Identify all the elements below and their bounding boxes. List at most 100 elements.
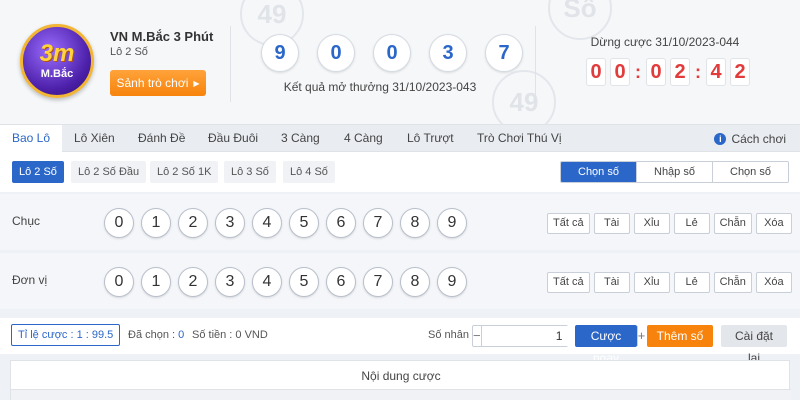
- logo-subtext: M.Bắc: [40, 68, 74, 80]
- digit-ball[interactable]: 0: [104, 267, 134, 297]
- clear-button[interactable]: Xóa: [755, 272, 792, 293]
- game-header: 49 49 Số 3m M.Bắc VN M.Bắc 3 Phút Lô 2 S…: [0, 0, 800, 124]
- result-ball: 9: [261, 34, 299, 72]
- digit-ball[interactable]: 5: [289, 267, 319, 297]
- subtab-lo-4-so[interactable]: Lô 4 Số: [283, 161, 335, 183]
- result-ball: 3: [429, 34, 467, 72]
- digit-ball[interactable]: 1: [141, 208, 171, 238]
- subtab-lo-2-so-dau[interactable]: Lô 2 Số Đầu: [71, 161, 147, 183]
- digit-ball[interactable]: 5: [289, 208, 319, 238]
- row-label: Chục: [12, 214, 41, 228]
- digit-ball[interactable]: 4: [252, 267, 282, 297]
- input-mode-group: Chọn số Nhập số Chọn số nhanh: [560, 161, 789, 183]
- select-small-button[interactable]: Xỉu: [633, 272, 670, 293]
- select-all-button[interactable]: Tất cả: [547, 272, 590, 293]
- select-small-button[interactable]: Xỉu: [633, 213, 670, 234]
- result-ball: 0: [317, 34, 355, 72]
- digit-ball[interactable]: 6: [326, 208, 356, 238]
- mode-nhap-so[interactable]: Nhập số: [636, 162, 712, 182]
- watermark-ball: Số: [548, 0, 612, 40]
- countdown-digit: 0: [586, 58, 606, 86]
- result-label: Kết quả mở thưởng 31/10/2023-043: [283, 80, 477, 94]
- countdown-digit: 0: [610, 58, 630, 86]
- countdown-digit: 2: [730, 58, 750, 86]
- subtab-lo-2-so[interactable]: Lô 2 Số: [12, 161, 64, 183]
- game-title: VN M.Bắc 3 Phút: [110, 29, 214, 44]
- game-hall-button[interactable]: Sảnh trò chơi ▶: [110, 70, 206, 96]
- digit-ball[interactable]: 1: [141, 267, 171, 297]
- tab-3-cang[interactable]: 3 Càng: [269, 125, 332, 152]
- digit-ball[interactable]: 0: [104, 208, 134, 238]
- mode-chon-so[interactable]: Chọn số: [561, 162, 636, 182]
- tab-tro-choi-thu-vi[interactable]: Trò Chơi Thú Vị: [465, 125, 574, 152]
- bet-bar: Tỉ lệ cược : 1 : 99.5 Đã chọn : 0 Số tiề…: [0, 318, 800, 365]
- digit-ball[interactable]: 2: [178, 208, 208, 238]
- bet-amount-label: Số tiền :: [192, 329, 233, 341]
- game-logo: 3m M.Bắc: [20, 24, 94, 98]
- digit-ball[interactable]: 7: [363, 208, 393, 238]
- selected-count: Đã chọn : 0: [128, 329, 184, 341]
- tab-bao-lo[interactable]: Bao Lô: [0, 125, 63, 152]
- digit-ball[interactable]: 9: [437, 208, 467, 238]
- tab-lo-truot[interactable]: Lô Trượt: [395, 125, 466, 152]
- reset-button[interactable]: Cài đặt lại: [721, 325, 787, 365]
- watermark-ball: 49: [492, 70, 556, 124]
- countdown-digit: 4: [706, 58, 726, 86]
- subtab-lo-2-so-1k[interactable]: Lô 2 Số 1K: [150, 161, 219, 183]
- add-number-button[interactable]: Thêm số: [647, 325, 713, 347]
- game-subtitle: Lô 2 Số: [110, 46, 148, 58]
- mode-chon-so-nhanh[interactable]: Chọn số nhanh: [712, 162, 788, 182]
- info-icon: i: [714, 132, 727, 145]
- logo-text: 3m: [39, 40, 75, 67]
- select-all-button[interactable]: Tất cả: [547, 213, 590, 234]
- digit-ball[interactable]: 3: [215, 208, 245, 238]
- countdown-separator: :: [635, 61, 641, 82]
- digit-ball[interactable]: 9: [437, 267, 467, 297]
- countdown-timer: 0 0 : 0 2 : 4 2: [586, 58, 750, 86]
- select-odd-button[interactable]: Lẻ: [673, 272, 710, 293]
- game-hall-label: Sảnh trò chơi: [116, 76, 189, 90]
- subtab-lo-3-so[interactable]: Lô 3 Số: [224, 161, 276, 183]
- multiplier-label: Số nhân :: [428, 329, 476, 341]
- countdown-separator: :: [695, 61, 701, 82]
- digit-ball[interactable]: 8: [400, 208, 430, 238]
- bet-content-title: Nội dung cược: [361, 369, 441, 383]
- tab-4-cang[interactable]: 4 Càng: [332, 125, 395, 152]
- play-arrow-icon: ▶: [193, 78, 200, 88]
- selected-count-value: 0: [178, 329, 185, 341]
- countdown-digit: 2: [670, 58, 690, 86]
- select-big-button[interactable]: Tài: [593, 272, 630, 293]
- select-even-button[interactable]: Chẵn: [713, 272, 752, 293]
- increment-button[interactable]: +: [636, 326, 645, 346]
- select-even-button[interactable]: Chẵn: [713, 213, 752, 234]
- clear-button[interactable]: Xóa: [755, 213, 792, 234]
- multiplier-stepper: − +: [472, 325, 645, 347]
- odds-ratio: Tỉ lệ cược : 1 : 99.5: [11, 324, 121, 346]
- digit-ball[interactable]: 3: [215, 267, 245, 297]
- digit-ball[interactable]: 8: [400, 267, 430, 297]
- digit-balls: 0 1 2 3 4 5 6 7 8 9: [104, 267, 467, 297]
- select-odd-button[interactable]: Lẻ: [673, 213, 710, 234]
- digit-ball[interactable]: 6: [326, 267, 356, 297]
- quick-select-group: Tất cả Tài Xỉu Lẻ Chẵn Xóa: [547, 272, 792, 293]
- bet-amount: Số tiền : 0 VND: [192, 329, 268, 341]
- bet-content-panel: Nội dung cược: [10, 360, 791, 400]
- digit-ball[interactable]: 4: [252, 208, 282, 238]
- digit-row-chuc: Chục 0 1 2 3 4 5 6 7 8 9 Tất cả Tài Xỉu …: [0, 194, 800, 250]
- how-to-play-label: Cách chơi: [731, 131, 786, 146]
- result-ball: 7: [485, 34, 523, 72]
- row-label: Đơn vị: [12, 273, 48, 287]
- digit-row-don-vi: Đơn vị 0 1 2 3 4 5 6 7 8 9 Tất cả Tài Xỉ…: [0, 253, 800, 309]
- stop-bet-label: Dừng cược 31/10/2023-044: [590, 35, 740, 49]
- tab-dau-duoi[interactable]: Đầu Đuôi: [196, 125, 270, 152]
- decrement-button[interactable]: −: [473, 326, 482, 346]
- result-balls: 9 0 0 3 7: [261, 34, 523, 72]
- tab-danh-de[interactable]: Đánh Đề: [126, 125, 197, 152]
- select-big-button[interactable]: Tài: [593, 213, 630, 234]
- bet-now-button[interactable]: Cược ngay: [575, 325, 637, 365]
- how-to-play-link[interactable]: i Cách chơi: [714, 125, 786, 152]
- tab-lo-xien[interactable]: Lô Xiên: [62, 125, 127, 152]
- digit-ball[interactable]: 2: [178, 267, 208, 297]
- digit-ball[interactable]: 7: [363, 267, 393, 297]
- bet-content-table-header: [11, 389, 791, 400]
